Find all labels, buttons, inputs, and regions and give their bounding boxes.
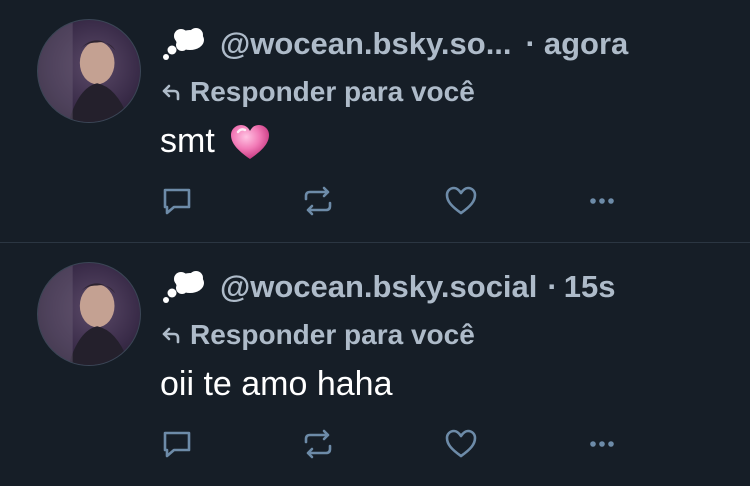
- avatar[interactable]: [37, 19, 141, 123]
- more-button[interactable]: [585, 427, 619, 461]
- post-text-content: smt: [160, 122, 215, 160]
- pink-heart-icon: [230, 124, 269, 159]
- separator-dot: ·: [525, 26, 536, 61]
- thought-bubble-icon: [163, 28, 204, 60]
- separator-dot: ·: [547, 269, 558, 304]
- post-text: smt: [160, 122, 271, 161]
- reply-arrow-icon: [162, 84, 180, 101]
- comment-icon: [163, 431, 191, 458]
- post-item[interactable]: @wocean.bsky.social · 15s Responder para…: [0, 242, 750, 486]
- thought-bubble-icon: [163, 271, 204, 303]
- post-actions: [160, 427, 630, 467]
- post-text-content: oii te amo haha: [160, 365, 393, 403]
- heart-outline-icon: [445, 429, 477, 458]
- author-handle[interactable]: @wocean.bsky.so...: [220, 22, 512, 66]
- reply-context: Responder para você: [160, 319, 475, 351]
- repost-icon: [304, 186, 332, 216]
- heart-outline-icon: [445, 186, 477, 215]
- reply-label: Responder para você: [190, 319, 475, 350]
- avatar[interactable]: [37, 262, 141, 366]
- reply-arrow-icon: [162, 327, 180, 344]
- reply-label: Responder para você: [190, 76, 475, 107]
- repost-icon: [304, 429, 332, 459]
- like-button[interactable]: [444, 184, 478, 218]
- comment-button[interactable]: [160, 184, 194, 218]
- post-text: oii te amo haha: [160, 365, 393, 404]
- more-dots-icon: [590, 198, 614, 204]
- post-time[interactable]: 15s: [564, 265, 616, 309]
- post-time[interactable]: agora: [544, 22, 628, 66]
- repost-button[interactable]: [301, 184, 335, 218]
- post-item[interactable]: @wocean.bsky.so... · agora Responder par…: [0, 0, 750, 242]
- author-handle[interactable]: @wocean.bsky.social: [220, 265, 537, 309]
- more-button[interactable]: [585, 184, 619, 218]
- comment-button[interactable]: [160, 427, 194, 461]
- like-button[interactable]: [444, 427, 478, 461]
- comment-icon: [163, 188, 191, 215]
- reply-context: Responder para você: [160, 76, 475, 108]
- post-actions: [160, 184, 630, 224]
- more-dots-icon: [590, 441, 614, 447]
- repost-button[interactable]: [301, 427, 335, 461]
